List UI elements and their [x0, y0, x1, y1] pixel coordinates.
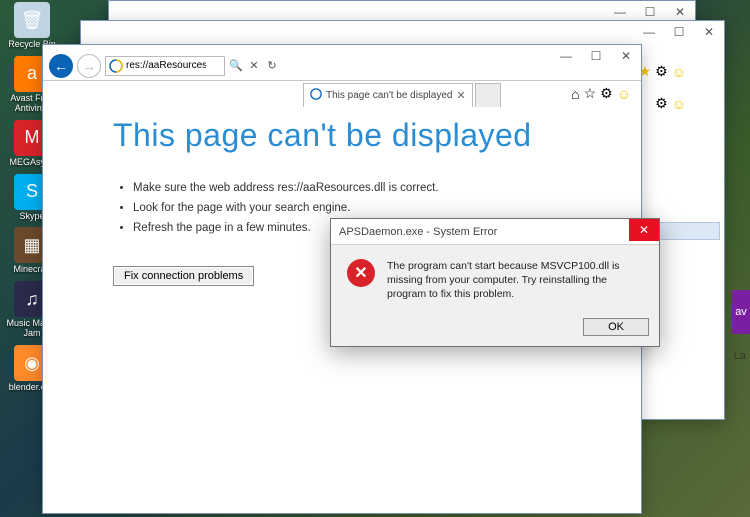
favorites-bar-row2: ⚙ ☺ — [655, 95, 686, 112]
close-button[interactable]: ✕ — [611, 45, 641, 67]
maximize-button[interactable]: ☐ — [664, 21, 694, 43]
star-icon[interactable]: ☆ — [584, 85, 597, 102]
error-bullet: Look for the page with your search engin… — [133, 202, 571, 214]
smiley-icon[interactable]: ☺ — [672, 96, 686, 112]
home-icon[interactable]: ⌂ — [571, 86, 579, 102]
minimize-button[interactable]: — — [634, 21, 664, 43]
ie-icon — [108, 58, 124, 74]
minimize-button[interactable]: — — [551, 45, 581, 67]
window-controls: — ☐ ✕ — [634, 21, 724, 43]
fix-connection-button[interactable]: Fix connection problems — [113, 266, 254, 286]
gear-icon[interactable]: ⚙ — [655, 95, 668, 112]
dialog-close-button[interactable]: ✕ — [629, 219, 659, 241]
avast-side-widget[interactable]: av — [732, 290, 750, 334]
window-controls: — ☐ ✕ — [551, 45, 641, 67]
close-button[interactable]: ✕ — [694, 21, 724, 43]
gear-icon[interactable]: ⚙ — [600, 85, 613, 102]
page-title: This page can't be displayed — [113, 117, 571, 154]
dialog-message: The program can't start because MSVCP100… — [387, 259, 643, 302]
ie-tab-strip: This page can't be displayed ✕ — [299, 81, 521, 107]
side-label: La — [734, 350, 746, 362]
dialog-body: ✕ The program can't start because MSVCP1… — [331, 245, 659, 312]
ie-icon — [310, 88, 322, 103]
system-error-dialog[interactable]: APSDaemon.exe - System Error ✕ ✕ The pro… — [330, 218, 660, 347]
dialog-title: APSDaemon.exe - System Error — [339, 226, 497, 238]
url-input[interactable] — [126, 60, 206, 71]
stop-icon[interactable]: ✕ — [247, 59, 261, 73]
address-bar[interactable] — [105, 56, 225, 76]
dialog-title-bar[interactable]: APSDaemon.exe - System Error — [331, 219, 659, 245]
refresh-icon[interactable]: ↻ — [265, 59, 279, 73]
smiley-icon[interactable]: ☺ — [617, 86, 631, 102]
back-button[interactable]: ← — [49, 54, 73, 78]
maximize-button[interactable]: ☐ — [581, 45, 611, 67]
error-bullet: Make sure the web address res://aaResour… — [133, 182, 571, 194]
tab-close-icon[interactable]: ✕ — [456, 89, 465, 102]
error-icon: ✕ — [347, 259, 375, 287]
ok-button[interactable]: OK — [583, 318, 649, 336]
smiley-icon[interactable]: ☺ — [672, 64, 686, 80]
tab-error-page[interactable]: This page can't be displayed ✕ — [303, 83, 473, 107]
forward-button[interactable]: → — [77, 54, 101, 78]
favorites-bar: ⌂ ☆ ⚙ ☺ — [571, 85, 631, 102]
gear-icon[interactable]: ⚙ — [655, 63, 668, 80]
tab-label: This page can't be displayed — [326, 90, 452, 101]
desktop-icon-recycle-bin[interactable]: 🗑Recycle Bin — [2, 2, 62, 50]
search-icon[interactable]: 🔍 — [229, 59, 243, 73]
new-tab-button[interactable] — [475, 83, 501, 107]
